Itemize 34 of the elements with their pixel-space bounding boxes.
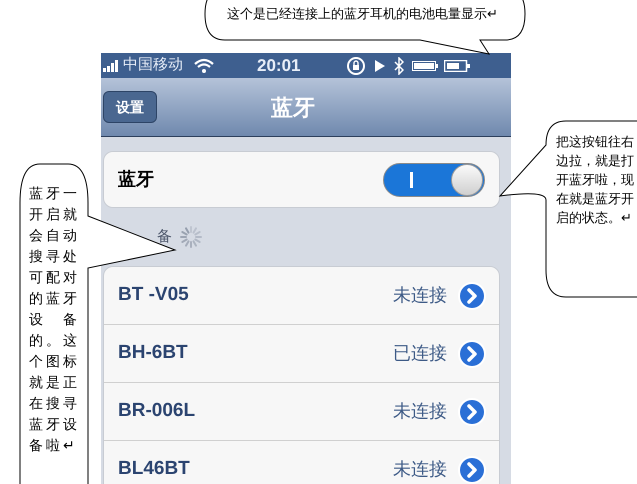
device-row[interactable]: BH-6BT 已连接 bbox=[104, 325, 499, 383]
clock-time: 20:01 bbox=[257, 54, 300, 77]
toggle-label: 蓝牙 bbox=[118, 168, 154, 191]
signal-icon bbox=[103, 60, 121, 72]
connection-status: 未连接 bbox=[393, 400, 447, 423]
connection-status: 未连接 bbox=[393, 284, 447, 307]
connection-status: 未连接 bbox=[393, 458, 447, 481]
page-title: 蓝牙 bbox=[271, 94, 315, 122]
device-name: BR-006L bbox=[118, 399, 196, 424]
play-icon bbox=[374, 58, 386, 72]
device-name: BL46BT bbox=[118, 457, 190, 482]
chevron-circle-icon[interactable] bbox=[457, 396, 487, 426]
bluetooth-switch[interactable] bbox=[383, 162, 485, 196]
chevron-circle-icon[interactable] bbox=[457, 338, 487, 368]
bluetooth-icon bbox=[394, 56, 404, 74]
chevron-circle-icon[interactable] bbox=[457, 454, 487, 484]
section-header: 备 bbox=[157, 226, 172, 247]
spinner-icon bbox=[178, 224, 204, 250]
device-row[interactable]: BT -V05 未连接 bbox=[104, 267, 499, 325]
callout-text: 蓝牙一开启就会自动搜寻处可配对的蓝牙设 备的。这个图标就是正在搜寻蓝牙设备啦↵ bbox=[29, 184, 81, 455]
chevron-circle-icon[interactable] bbox=[457, 280, 487, 310]
callout-text: 这个是已经连接上的蓝牙耳机的电池电量显示↵ bbox=[227, 5, 498, 23]
headset-battery-icon bbox=[412, 60, 438, 70]
device-row[interactable]: BR-006L 未连接 bbox=[104, 383, 499, 441]
device-name: BT -V05 bbox=[118, 283, 189, 308]
device-row[interactable]: BL46BT 未连接 bbox=[104, 441, 499, 484]
wifi-icon bbox=[193, 58, 215, 74]
device-name: BH-6BT bbox=[118, 341, 188, 366]
carrier-name: 中国移动 bbox=[123, 55, 183, 76]
back-button[interactable]: 设置 bbox=[103, 91, 157, 123]
battery-icon bbox=[444, 60, 470, 72]
rotation-lock-icon bbox=[346, 56, 366, 76]
connection-status: 已连接 bbox=[393, 342, 447, 365]
callout-text: 把这按钮往右边拉，就是打开蓝牙啦，现在就是蓝牙开启的状态。↵ bbox=[556, 133, 635, 227]
